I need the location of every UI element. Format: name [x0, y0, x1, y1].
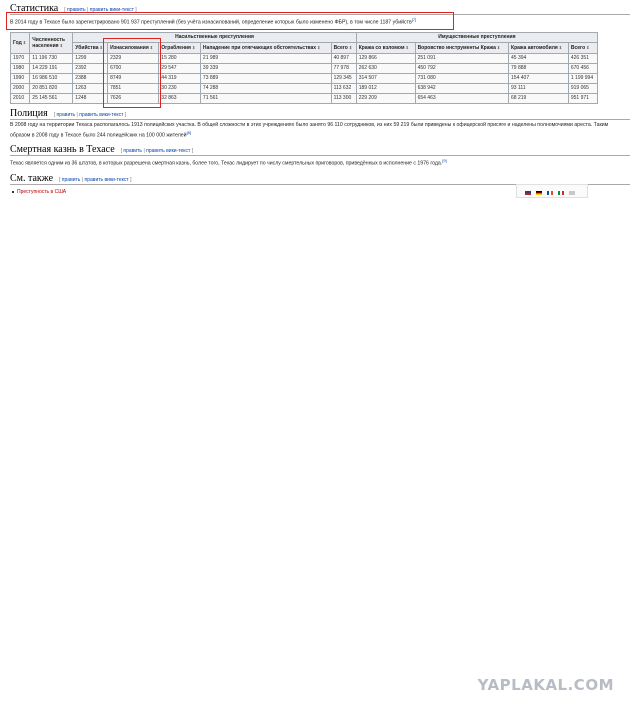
bullet-icon	[12, 190, 14, 193]
fr-flag-icon[interactable]	[547, 191, 553, 195]
section-heading-police: Полиция [ править | править вики-текст ]	[10, 108, 126, 119]
edit-source-link[interactable]: править вики-текст	[79, 112, 123, 118]
statistics-paragraph: В 2014 году в Техасе было зарегистрирова…	[10, 17, 417, 26]
col-property-total[interactable]: Всего⬍	[567, 42, 599, 54]
police-title: Полиция	[10, 108, 48, 119]
sort-icon[interactable]: ⬍	[559, 45, 562, 50]
table-row: 1970 11 196 730 1299 2329 15 280 21 989 40 897…	[9, 53, 599, 64]
edit-source-link[interactable]: править вики-текст	[146, 148, 190, 154]
us-flag-icon[interactable]	[525, 191, 531, 195]
interlanguage-flags-box	[516, 184, 588, 198]
rapes-column-highlight	[103, 38, 161, 108]
col-population[interactable]: Численность населения⬍	[29, 32, 74, 54]
table-row: 1990 16 986 510 2388 8749 44 319 73 889 129 34…	[9, 73, 599, 84]
table-row: 2000 20 851 820 1263 7851 30 230 74 288 113 63…	[9, 83, 599, 94]
sort-icon[interactable]: ⬍	[497, 45, 500, 50]
edit-link[interactable]: править	[123, 148, 142, 154]
edit-source-link[interactable]: править вики-текст	[85, 177, 129, 183]
crime-statistics-table: Год⬍ Численность населения⬍ Насильственн…	[9, 32, 599, 104]
see-also-title: См. также	[10, 173, 54, 184]
it-flag-icon[interactable]	[558, 191, 564, 195]
group-property: Имущественные преступления	[355, 32, 599, 43]
heading-rule	[10, 119, 630, 120]
list-item: Преступность в США	[12, 189, 66, 195]
ref-link[interactable]: [7]	[412, 17, 416, 22]
de-flag-icon[interactable]	[536, 191, 542, 195]
sort-icon[interactable]: ⬍	[349, 45, 352, 50]
sort-icon[interactable]: ⬍	[317, 45, 320, 50]
edit-links: [ править | править вики-текст ]	[59, 177, 132, 183]
watermark: YAPLAKAL.COM	[477, 676, 614, 694]
edit-links: [ править | править вики-текст ]	[120, 148, 194, 154]
sort-icon[interactable]: ⬍	[586, 45, 589, 50]
edit-link[interactable]: править	[57, 112, 76, 118]
flag-icon[interactable]	[569, 191, 575, 195]
death-penalty-paragraph: Техас является одним из 36 штатов, в кот…	[10, 158, 447, 167]
col-year[interactable]: Год⬍	[9, 32, 31, 54]
edit-link[interactable]: править	[62, 177, 81, 183]
sort-icon[interactable]: ⬍	[60, 43, 63, 48]
death-penalty-title: Смертная казнь в Техасе	[10, 144, 115, 155]
col-assault[interactable]: Нападение при отягчающих обстоятельствах…	[199, 42, 332, 54]
section-heading-see-also: См. также [ править | править вики-текст…	[10, 173, 131, 184]
col-burglary[interactable]: Кража со взломом⬍	[355, 42, 416, 54]
sort-icon[interactable]: ⬍	[406, 45, 409, 50]
table-row: 2010 25 145 561 1248 7626 32 863 71 561 113 30…	[9, 93, 599, 104]
col-car-theft[interactable]: Кража автомобиля⬍	[508, 42, 569, 54]
col-theft[interactable]: Воровство инструменты Кража⬍	[414, 42, 510, 54]
see-also-link[interactable]: Преступность в США	[17, 189, 66, 195]
section-heading-death-penalty: Смертная казнь в Техасе [ править | прав…	[10, 144, 193, 155]
sort-icon[interactable]: ⬍	[23, 40, 26, 45]
sort-icon[interactable]: ⬍	[192, 45, 195, 50]
table-row: 1980 14 229 191 2392 6700 29 547 39 339 77 978…	[9, 63, 599, 74]
police-paragraph: В 2008 году на территории Техаса распола…	[10, 122, 609, 139]
col-violent-total[interactable]: Всего⬍	[330, 42, 357, 54]
see-also-list: Преступность в США	[12, 189, 66, 195]
edit-links: [ править | править вики-текст ]	[53, 112, 127, 118]
ref-link[interactable]: [9]	[442, 158, 446, 163]
ref-link[interactable]: [8]	[187, 130, 191, 135]
col-robberies[interactable]: Ограбления⬍	[158, 42, 201, 54]
heading-rule	[10, 155, 630, 156]
